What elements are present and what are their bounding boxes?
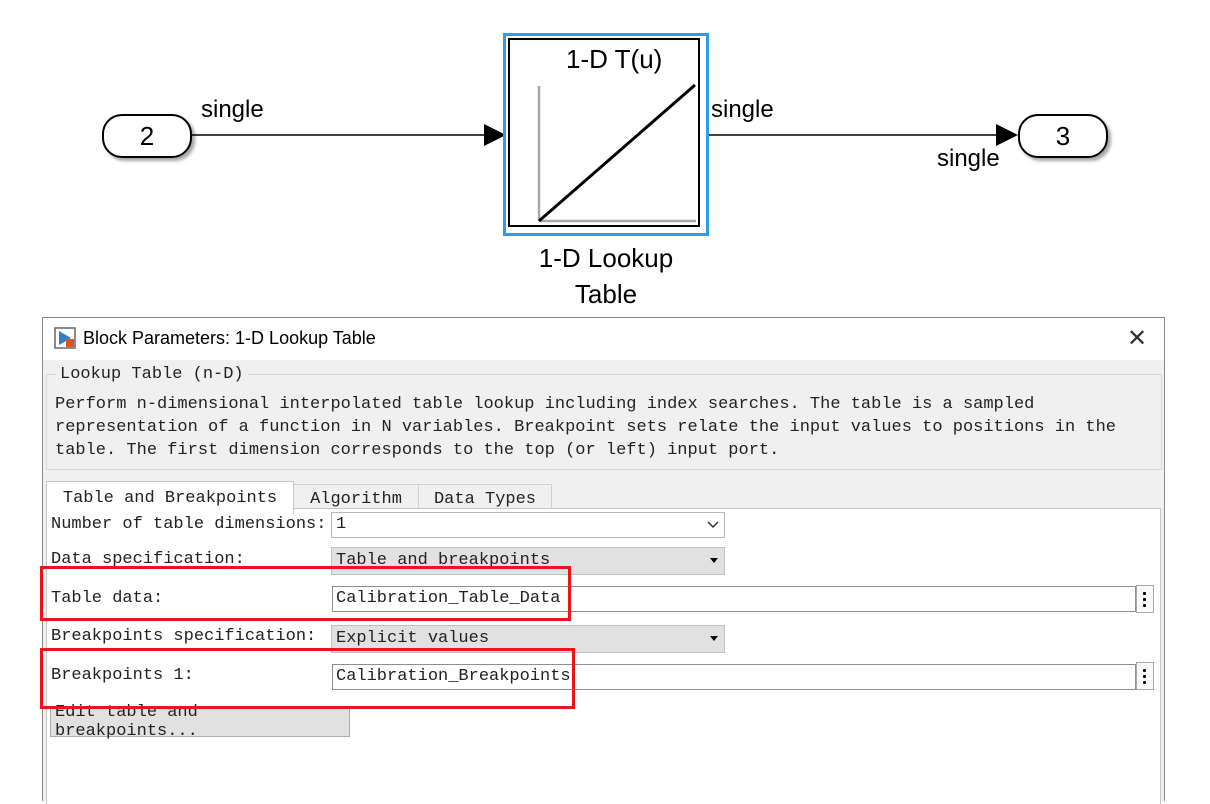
outport-datatype-label: single xyxy=(937,145,1000,172)
data-spec-value: Table and breakpoints xyxy=(336,551,551,570)
close-icon[interactable]: ✕ xyxy=(1124,326,1150,352)
inport-block[interactable]: 2 xyxy=(102,114,192,158)
bp-spec-label: Breakpoints specification: xyxy=(51,627,317,646)
block-name: 1-D Lookup Table xyxy=(503,240,709,312)
block-parameters-dialog: Block Parameters: 1-D Lookup Table ✕ Loo… xyxy=(42,317,1165,804)
block-name-line1: 1-D Lookup xyxy=(538,243,674,273)
tab-panel: Number of table dimensions: 1 Data speci… xyxy=(46,508,1161,804)
simulink-app-icon xyxy=(54,327,76,349)
bp1-input[interactable]: Calibration_Breakpoints xyxy=(332,664,1136,690)
inport-number: 2 xyxy=(139,120,155,151)
data-spec-dropdown[interactable]: Table and breakpoints xyxy=(331,547,725,575)
outport-block[interactable]: 3 xyxy=(1018,114,1108,158)
bp1-label: Breakpoints 1: xyxy=(51,666,194,685)
bp1-more-icon[interactable] xyxy=(1136,662,1154,690)
dialog-titlebar[interactable]: Block Parameters: 1-D Lookup Table ✕ xyxy=(43,318,1164,360)
block-description: Perform n-dimensional interpolated table… xyxy=(55,395,1116,460)
bp-spec-value: Explicit values xyxy=(336,629,490,648)
outport-number: 3 xyxy=(1055,120,1071,151)
table-data-label: Table data: xyxy=(51,589,164,608)
bp-spec-dropdown[interactable]: Explicit values xyxy=(331,625,725,653)
input-signal-label: single xyxy=(201,96,264,123)
group-title: Lookup Table (n-D) xyxy=(56,365,248,384)
block-name-line2: Table xyxy=(574,279,638,309)
output-arrowhead xyxy=(996,124,1018,146)
edit-table-button[interactable]: Edit table and breakpoints... xyxy=(50,703,350,741)
lookup-table-block[interactable]: 1-D T(u) xyxy=(503,33,709,236)
table-data-value: Calibration_Table_Data xyxy=(336,589,561,608)
num-dims-value: 1 xyxy=(336,515,347,534)
table-data-more-icon[interactable] xyxy=(1136,585,1154,613)
table-data-input[interactable]: Calibration_Table_Data xyxy=(332,586,1136,612)
dropdown-arrow-icon xyxy=(710,558,718,563)
chevron-down-icon xyxy=(707,521,719,529)
dialog-title: Block Parameters: 1-D Lookup Table xyxy=(83,328,376,348)
bp1-value: Calibration_Breakpoints xyxy=(336,667,571,686)
data-spec-label: Data specification: xyxy=(51,550,245,569)
lookup-curve-icon xyxy=(537,83,696,223)
dropdown-arrow-icon xyxy=(710,636,718,641)
description-group: Lookup Table (n-D) Perform n-dimensional… xyxy=(46,365,1162,470)
num-dims-combobox[interactable]: 1 xyxy=(331,512,725,538)
tab-table-and-breakpoints[interactable]: Table and Breakpoints xyxy=(46,481,294,514)
output-signal-label: single xyxy=(711,96,774,123)
num-dims-label: Number of table dimensions: xyxy=(51,515,327,534)
